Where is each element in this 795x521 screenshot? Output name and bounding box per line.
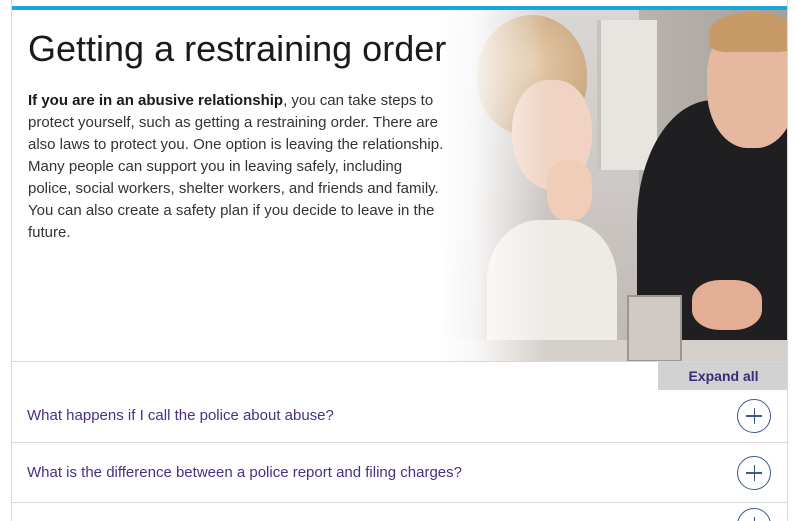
faq-item[interactable]: What happens if I call the police about … xyxy=(12,389,787,443)
photo-fade-overlay xyxy=(437,10,547,361)
photo-woman-hand xyxy=(547,160,592,220)
hero-section: Getting a restraining order If you are i… xyxy=(12,10,787,362)
photo-man-hair xyxy=(709,12,787,52)
hero-text: Getting a restraining order If you are i… xyxy=(28,28,448,244)
hero-photo xyxy=(437,10,787,361)
faq-question: What happens if I call the police about … xyxy=(27,407,334,424)
plus-circle-icon[interactable] xyxy=(737,455,771,490)
faq-accordion: What happens if I call the police about … xyxy=(12,389,787,521)
page-title: Getting a restraining order xyxy=(28,28,447,69)
intro-paragraph: If you are in an abusive relationship, y… xyxy=(28,90,448,244)
content-frame: Getting a restraining order If you are i… xyxy=(11,0,788,521)
faq-item[interactable]: What is the difference between a police … xyxy=(12,443,787,503)
intro-bold-text: If you are in an abusive relationship xyxy=(28,92,284,109)
photo-pen-cup xyxy=(627,295,682,361)
photo-man-hand xyxy=(692,280,762,330)
faq-item[interactable] xyxy=(12,503,787,521)
expand-all-button[interactable]: Expand all xyxy=(658,362,787,390)
photo-shelf xyxy=(597,20,657,170)
intro-body-text: , you can take steps to protect yourself… xyxy=(28,92,444,241)
plus-circle-icon[interactable] xyxy=(737,508,771,521)
faq-question: What is the difference between a police … xyxy=(27,464,462,481)
plus-circle-icon[interactable] xyxy=(737,398,771,433)
